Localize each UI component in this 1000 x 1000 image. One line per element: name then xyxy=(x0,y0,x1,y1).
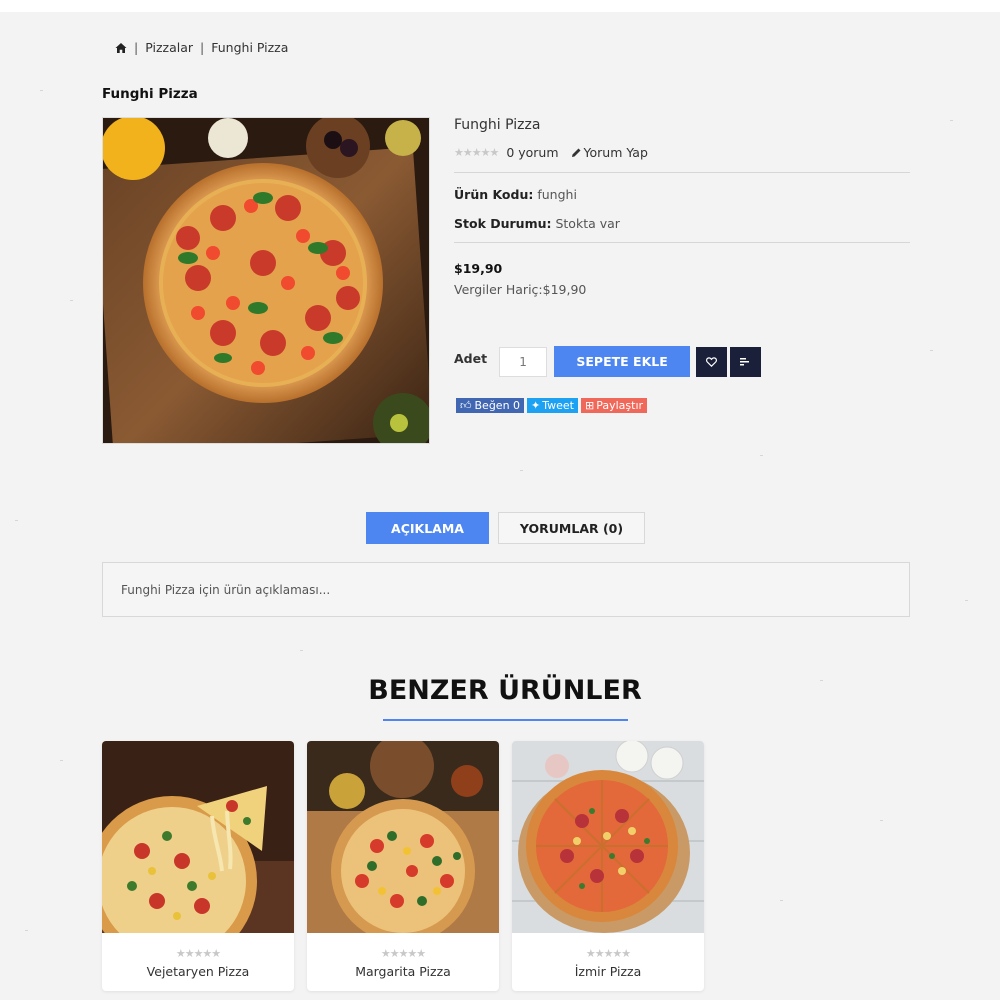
facebook-like-label: Beğen 0 xyxy=(474,399,521,412)
product-info: Funghi Pizza ★★★★★ 0 yorum Yorum Yap Ürü… xyxy=(454,117,910,297)
share-plus-icon: ⊞ xyxy=(585,399,595,412)
related-product-card[interactable]: ★★★★★ Vejetaryen Pizza xyxy=(102,741,294,991)
add-to-cart-button[interactable]: SEPETE EKLE xyxy=(554,346,691,377)
review-count-link[interactable]: 0 yorum xyxy=(506,145,558,160)
vegetarian-pizza-photo xyxy=(102,741,294,933)
compare-button[interactable] xyxy=(730,346,762,377)
related-product-card[interactable]: ★★★★★ İzmir Pizza xyxy=(512,741,704,991)
breadcrumb: | Pizzalar | Funghi Pizza xyxy=(115,40,288,55)
add-to-cart-row: Adet SEPETE EKLE xyxy=(454,346,762,377)
heart-icon xyxy=(706,356,718,367)
product-name[interactable]: Vejetaryen Pizza xyxy=(102,964,294,979)
izmir-pizza-photo xyxy=(512,741,704,933)
tweet-button[interactable]: ✦ Tweet xyxy=(527,398,578,413)
stock-status-label: Stok Durumu: xyxy=(454,216,552,231)
tweet-label: Tweet xyxy=(542,399,574,412)
product-name: Funghi Pizza xyxy=(454,117,541,133)
product-code-value: funghi xyxy=(533,187,577,202)
thumbs-up-icon: 👍︎ xyxy=(460,399,472,412)
pencil-icon xyxy=(571,148,581,157)
product-rating-stars: ★★★★★ xyxy=(585,947,631,960)
wishlist-button[interactable] xyxy=(696,346,728,377)
write-review-label: Yorum Yap xyxy=(583,144,648,160)
product-code-label: Ürün Kodu: xyxy=(454,187,534,202)
related-product-card[interactable]: ★★★★★ Margarita Pizza xyxy=(307,741,499,991)
description-text: Funghi Pizza için ürün açıklaması... xyxy=(121,583,331,597)
product-tabs: AÇIKLAMA YORUMLAR (0) xyxy=(366,512,645,544)
product-image[interactable] xyxy=(102,117,430,444)
stock-status-value: Stokta var xyxy=(551,216,620,231)
top-bar xyxy=(0,0,1000,12)
product-code: Ürün Kodu: funghi xyxy=(454,187,910,202)
share-button[interactable]: ⊞ Paylaştır xyxy=(581,398,648,413)
quantity-label: Adet xyxy=(454,351,488,366)
breadcrumb-link-category[interactable]: Pizzalar xyxy=(145,40,193,55)
write-review-link[interactable]: Yorum Yap xyxy=(571,145,648,160)
heading-underline xyxy=(383,719,628,721)
product-name[interactable]: Margarita Pizza xyxy=(307,964,499,979)
twitter-bird-icon: ✦ xyxy=(531,399,541,412)
rating-stars: ★★★★★ xyxy=(454,145,499,159)
price-ex-tax: Vergiler Hariç:$19,90 xyxy=(454,282,587,297)
social-share-row: 👍︎ Beğen 0 ✦ Tweet ⊞ Paylaştır xyxy=(456,398,648,413)
product-name[interactable]: İzmir Pizza xyxy=(512,964,704,979)
margarita-pizza-photo xyxy=(307,741,499,933)
breadcrumb-separator: | xyxy=(200,40,205,55)
breadcrumb-separator: | xyxy=(134,40,139,55)
stock-status: Stok Durumu: Stokta var xyxy=(454,216,910,231)
product-price: $19,90 xyxy=(454,261,503,276)
tab-description[interactable]: AÇIKLAMA xyxy=(366,512,489,544)
description-panel: Funghi Pizza için ürün açıklaması... xyxy=(102,562,910,617)
page-title: Funghi Pizza xyxy=(102,86,198,102)
compare-icon xyxy=(740,358,750,366)
quantity-input[interactable] xyxy=(499,346,548,377)
divider xyxy=(454,172,910,173)
divider xyxy=(454,242,910,243)
tab-reviews[interactable]: YORUMLAR (0) xyxy=(498,512,645,544)
pizza-photo xyxy=(103,118,429,443)
facebook-like-button[interactable]: 👍︎ Beğen 0 xyxy=(456,398,525,413)
related-products-heading: BENZER ÜRÜNLER xyxy=(368,675,642,706)
product-rating-stars: ★★★★★ xyxy=(380,947,426,960)
breadcrumb-current[interactable]: Funghi Pizza xyxy=(211,40,288,55)
rating-row: ★★★★★ 0 yorum Yorum Yap xyxy=(454,143,910,161)
share-label: Paylaştır xyxy=(596,399,644,412)
product-rating-stars: ★★★★★ xyxy=(175,947,221,960)
home-icon[interactable] xyxy=(115,42,127,54)
